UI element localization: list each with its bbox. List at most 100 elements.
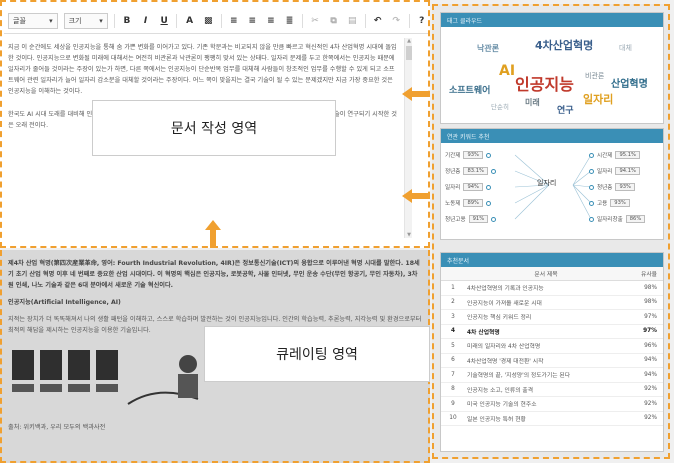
align-right-icon[interactable]: ≡ <box>265 14 278 28</box>
row-number: 10 <box>449 415 457 422</box>
tag-word[interactable]: 일자리 <box>583 91 613 107</box>
keyword-percent: 93% <box>615 183 635 191</box>
related-keyword[interactable]: 청년층 93% <box>589 183 635 191</box>
related-keyword[interactable]: 노동제 89% <box>445 199 491 207</box>
table-row[interactable]: 6 4차산업혁명 '경제 대전환' 시작 94% <box>441 354 663 368</box>
keyword-percent: 86% <box>625 215 646 223</box>
keyword-network: 기간제 93% 정년층 83.1% 일자리 94% 노동제 89% 청년고용 91% 일자… <box>441 143 663 233</box>
table-row[interactable]: 4 4차 산업혁명 97% <box>441 325 663 339</box>
related-keyword[interactable]: 정년층 83.1% <box>445 167 496 175</box>
related-keyword[interactable]: 일자리 94.1% <box>589 167 640 175</box>
node-dot <box>589 216 594 222</box>
node-dot <box>589 152 594 158</box>
keyword-percent: 94% <box>463 183 483 191</box>
similarity: 94% <box>644 371 657 378</box>
node-dot <box>485 152 491 158</box>
doc-title: 기술혁명의 끝, '지성양'의 정도가기는 된다 <box>467 373 571 380</box>
editor-toolbar: 글꼴 ▾ 크기 ▾ B I U A ▩ ≡ ≡ ≡ ≣ ✂ ⧉ ▤ ↶ ↷ ? <box>4 8 428 34</box>
cut-icon[interactable]: ✂ <box>309 14 322 28</box>
keyword-percent: 95.1% <box>615 151 640 159</box>
related-keyword[interactable]: 기간제 93% <box>445 151 491 159</box>
toolbar-divider <box>220 13 222 28</box>
keyword-percent: 93% <box>610 199 630 207</box>
italic-button[interactable]: I <box>139 14 152 28</box>
scroll-up-icon[interactable]: ▲ <box>405 38 413 44</box>
bold-button[interactable]: B <box>121 14 134 28</box>
doc-title: 인공지능 핵심 키워드 정리 <box>467 315 532 322</box>
highlight-color-icon[interactable]: ▩ <box>202 14 215 28</box>
editor-paragraph: 지금 이 순간에도 세상을 인공지능을 통해 숨 가쁜 변화를 이어가고 있다.… <box>8 44 397 95</box>
font-family-select[interactable]: 글꼴 ▾ <box>8 12 58 29</box>
arrow-left-icon <box>402 86 430 101</box>
keyword-text: 청년고용 <box>445 217 466 223</box>
similarity: 94% <box>644 357 657 364</box>
editor-scrollbar[interactable]: ▲ ▼ <box>404 38 412 238</box>
undo-icon[interactable]: ↶ <box>371 14 384 28</box>
scroll-down-icon[interactable]: ▼ <box>405 232 413 238</box>
keyword-text: 일자리 <box>597 169 613 175</box>
table-row[interactable]: 5 미래의 일자리와 4차 산업혁명 96% <box>441 339 663 354</box>
scroll-thumb[interactable] <box>406 46 412 60</box>
align-center-icon[interactable]: ≡ <box>246 14 259 28</box>
keyword-text: 기간제 <box>445 153 461 159</box>
related-keyword[interactable]: 시간제 95.1% <box>589 151 640 159</box>
underline-button[interactable]: U <box>158 14 171 28</box>
tag-word[interactable]: 낙관론 <box>477 43 499 54</box>
table-row[interactable]: 1 4차산업혁명의 기록과 인공지능 98% <box>441 281 663 296</box>
copy-icon[interactable]: ⧉ <box>327 14 340 28</box>
align-left-icon[interactable]: ≡ <box>227 14 240 28</box>
tag-word[interactable]: 인공지능 <box>515 71 574 95</box>
panel-title: 추천문서 <box>441 253 663 267</box>
related-keyword[interactable]: 일자리 94% <box>445 183 491 191</box>
table-row[interactable]: 3 인공지능 핵심 키워드 정리 97% <box>441 310 663 325</box>
keyword-percent: 83.1% <box>463 167 488 175</box>
font-size-select[interactable]: 크기 ▾ <box>63 12 108 29</box>
row-number: 3 <box>451 313 455 320</box>
curated-caption: 출처: 위키백과, 우리 모두의 백과사전 <box>8 424 106 431</box>
tag-word[interactable]: 비관론 <box>585 71 604 81</box>
tag-word[interactable]: 단순히 <box>491 101 509 111</box>
toolbar-divider <box>113 13 115 28</box>
tag-cloud-panel: 태그 클라우드 4차산업혁명 낙관론 대체 AI 인공지능 비관론 산업혁명 소… <box>440 12 664 124</box>
table-row[interactable]: 8 인공지능 소고, 인류의 출격 92% <box>441 383 663 397</box>
similarity: 98% <box>644 299 657 306</box>
doc-title: 일본 인공지능 특허 현황 <box>467 416 526 423</box>
keyword-text: 노동제 <box>445 201 461 207</box>
tag-word[interactable]: 미래 <box>525 97 540 108</box>
table-row[interactable]: 2 인공지능이 가져올 새로운 시대 98% <box>441 296 663 310</box>
column-header: 유사율 <box>641 272 657 278</box>
node-dot <box>491 216 497 222</box>
toolbar-divider <box>408 13 410 28</box>
tag-word[interactable]: AI <box>499 63 515 79</box>
related-keyword[interactable]: 청년고용 91% <box>445 215 497 223</box>
table-row[interactable]: 10 일본 인공지능 특허 현황 92% <box>441 412 663 426</box>
node-dot <box>490 168 496 174</box>
row-number: 8 <box>451 386 455 393</box>
similarity: 97% <box>644 313 657 320</box>
tag-word[interactable]: 연구 <box>557 103 574 116</box>
keyword-text: 청년층 <box>597 185 613 191</box>
panel-title: 연관 키워드 추천 <box>441 129 663 143</box>
center-keyword[interactable]: 일자리 <box>537 178 556 188</box>
redo-icon[interactable]: ↷ <box>390 14 403 28</box>
tag-word[interactable]: 대체 <box>619 43 632 53</box>
table-row[interactable]: 7 기술혁명의 끝, '지성양'의 정도가기는 된다 94% <box>441 368 663 383</box>
paste-icon[interactable]: ▤ <box>346 14 359 28</box>
related-keyword[interactable]: 일자리창출 86% <box>589 215 646 223</box>
keyword-percent: 94.1% <box>615 167 640 175</box>
help-button[interactable]: ? <box>416 14 429 28</box>
tag-word[interactable]: 산업혁명 <box>611 75 648 90</box>
tag-word[interactable]: 4차산업혁명 <box>535 37 593 53</box>
toolbar-divider <box>301 13 303 28</box>
tag-word[interactable]: 소프트웨어 <box>449 83 490 96</box>
align-justify-icon[interactable]: ≣ <box>283 14 296 28</box>
doc-title: 4차산업혁명의 기록과 인공지능 <box>467 286 544 293</box>
table-row[interactable]: 9 미국 인공지능 기술의 현주소 92% <box>441 397 663 412</box>
node-dot <box>485 184 491 190</box>
keyword-text: 일자리창출 <box>597 217 623 223</box>
table-header: 문서 제목 유사율 <box>441 267 663 281</box>
font-color-button[interactable]: A <box>183 14 196 28</box>
arrow-up-icon <box>205 220 221 248</box>
keyword-text: 고용 <box>597 201 608 207</box>
related-keyword[interactable]: 고용 93% <box>589 199 630 207</box>
